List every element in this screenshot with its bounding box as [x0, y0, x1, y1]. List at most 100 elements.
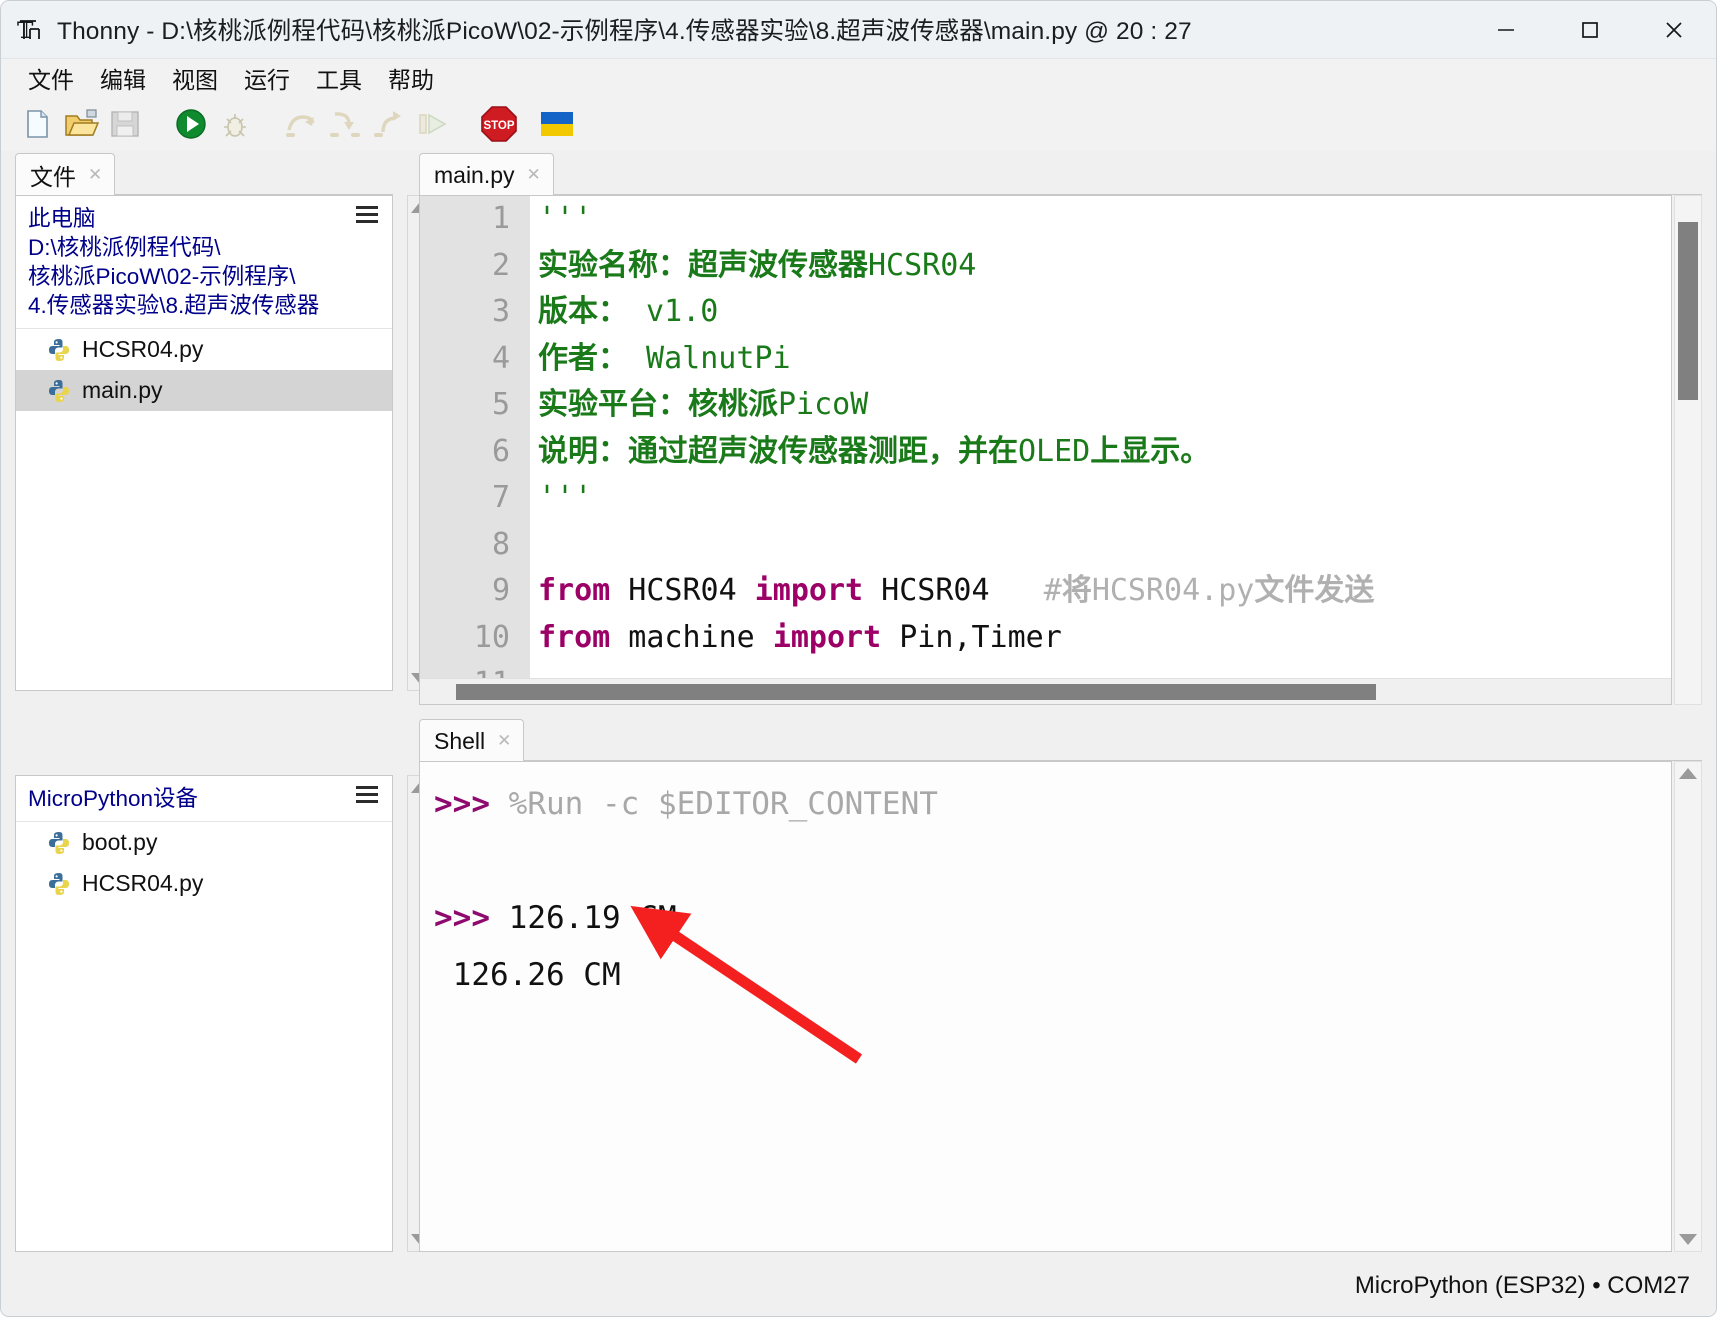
tab-shell-label: Shell [434, 727, 486, 754]
minimize-button[interactable] [1464, 1, 1548, 58]
breadcrumb-line-1[interactable]: D:\核桃派例程代码\ [28, 233, 382, 262]
code-line: ''' [530, 196, 1671, 243]
files-tree: 此电脑 D:\核桃派例程代码\ 核桃派PicoW\02-示例程序\ 4.传感器实… [15, 195, 393, 691]
code-token: v1.0 [628, 294, 719, 329]
menu-item-file[interactable]: 文件 [15, 59, 87, 97]
code-token: WalnutPi [628, 340, 791, 376]
code-token: from [538, 619, 611, 655]
code-line: from HCSR04 import HCSR04 #将HCSR04.py文件发… [530, 568, 1671, 615]
tab-shell[interactable]: Shell ✕ [419, 719, 525, 762]
line-number-gutter: 1 2 3 4 5 6 7 8 9 10 11 [420, 196, 530, 701]
tab-files-label: 文件 [30, 164, 76, 190]
line-number: 2 [491, 247, 510, 283]
python-file-icon [46, 378, 72, 404]
breadcrumb-line-0[interactable]: 此电脑 [28, 204, 382, 233]
window-title: Thonny - D:\核桃派例程代码\核桃派PicoW\02-示例程序\4.传… [57, 18, 1192, 45]
shell-line: 126.26 CM [424, 947, 1671, 1004]
debug-icon[interactable] [213, 102, 257, 146]
close-icon[interactable]: ✕ [527, 165, 541, 185]
tab-main-py[interactable]: main.py ✕ [419, 153, 554, 196]
code-token: ''' [538, 480, 593, 515]
code-line: 版本： v1.0 [530, 289, 1671, 336]
code-token: from [538, 573, 611, 608]
ukraine-flag-icon[interactable] [535, 102, 579, 146]
svg-text:STOP: STOP [483, 120, 514, 132]
close-button[interactable] [1632, 1, 1716, 58]
scroll-down-icon[interactable] [1679, 1234, 1697, 1245]
step-out-icon[interactable] [367, 102, 411, 146]
scroll-up-icon[interactable] [1679, 768, 1697, 779]
shell-output[interactable]: >>> %Run -c $EDITOR_CONTENT >>> 126.19 C… [419, 761, 1672, 1252]
toolbar: STOP [1, 97, 1716, 151]
code-line: 实验平台：核桃派PicoW [530, 382, 1671, 429]
code-token: 将 [1061, 573, 1092, 608]
breadcrumb-line-2[interactable]: 核桃派PicoW\02-示例程序\ [28, 262, 382, 291]
code-token: Pin,Timer [881, 619, 1062, 655]
menu-item-view[interactable]: 视图 [159, 59, 231, 97]
code-token: HCSR04 [868, 247, 977, 283]
code-token: 版本： [538, 294, 628, 329]
line-number: 1 [491, 201, 510, 236]
save-file-icon[interactable] [103, 102, 147, 146]
step-over-icon[interactable] [279, 102, 323, 146]
shell-text: 126.26 CM [434, 957, 621, 993]
editor-hscrollbar[interactable] [420, 678, 1671, 704]
tab-files[interactable]: 文件 ✕ [15, 153, 116, 196]
left-panel-column: 文件 ✕ 此电脑 D:\核桃派例程代码\ 核桃派PicoW\02-示例程序\ 4… [15, 151, 433, 1252]
code-token: ''' [538, 201, 593, 236]
code-editor: 1 2 3 4 5 6 7 8 9 10 11 '''实验名称：超声波传感器HC… [419, 195, 1702, 705]
code-line: 说明：通过超声波传感器测距，并在OLED上显示。 [530, 429, 1671, 476]
device-panel-header: MicroPython设备 [16, 776, 392, 822]
menu-item-run[interactable]: 运行 [231, 59, 303, 97]
editor-hscroll-thumb[interactable] [456, 684, 1376, 700]
list-item[interactable]: main.py [16, 370, 392, 411]
list-item[interactable]: boot.py [16, 822, 392, 863]
list-item[interactable]: HCSR04.py [16, 329, 392, 370]
list-item[interactable]: HCSR04.py [16, 863, 392, 904]
line-number: 8 [491, 526, 510, 562]
svg-text:𝕋: 𝕋 [17, 19, 34, 44]
title-bar: 𝕋 Thonny - D:\核桃派例程代码\核桃派PicoW\02-示例程序\4… [1, 1, 1716, 59]
code-token: machine [610, 619, 773, 655]
device-tree: MicroPython设备 boot.py HCSR04.py [15, 775, 393, 1252]
files-breadcrumb: 此电脑 D:\核桃派例程代码\ 核桃派PicoW\02-示例程序\ 4.传感器实… [16, 196, 392, 329]
code-editor-box[interactable]: 1 2 3 4 5 6 7 8 9 10 11 '''实验名称：超声波传感器HC… [419, 195, 1672, 705]
menu-bar: 文件 编辑 视图 运行 工具 帮助 [1, 59, 1716, 97]
menu-item-help[interactable]: 帮助 [375, 59, 447, 97]
python-file-icon [46, 830, 72, 856]
maximize-button[interactable] [1548, 1, 1632, 58]
menu-item-edit[interactable]: 编辑 [87, 59, 159, 97]
code-token: 文件发送 [1254, 573, 1375, 608]
code-line: 作者： WalnutPi [530, 336, 1671, 383]
main-area: 文件 ✕ 此电脑 D:\核桃派例程代码\ 核桃派PicoW\02-示例程序\ 4… [1, 151, 1716, 1256]
code-token: HCSR04 [610, 573, 755, 608]
status-badge[interactable]: MicroPython (ESP32) • COM27 [1355, 1272, 1690, 1300]
line-number: 3 [491, 294, 510, 329]
hamburger-icon[interactable] [356, 206, 378, 223]
shell-text: %Run -c $EDITOR_CONTENT [490, 786, 938, 822]
breadcrumb-line-3[interactable]: 4.传感器实验\8.超声波传感器 [28, 291, 382, 320]
editor-vscroll-thumb[interactable] [1678, 222, 1698, 400]
shell-tabstrip: Shell ✕ [419, 717, 1702, 762]
resume-icon[interactable] [411, 102, 455, 146]
python-file-icon [46, 871, 72, 897]
shell-text: 126.19 CM [490, 900, 677, 936]
close-icon[interactable]: ✕ [88, 165, 102, 185]
window-controls [1464, 1, 1716, 58]
hamburger-icon[interactable] [356, 786, 378, 803]
run-icon[interactable] [169, 102, 213, 146]
code-token: 实验名称：超声波传感器 [538, 247, 868, 283]
stop-icon[interactable]: STOP [477, 102, 521, 146]
open-file-icon[interactable] [59, 102, 103, 146]
shell-vscrollbar[interactable] [1674, 761, 1702, 1252]
close-icon[interactable]: ✕ [497, 731, 511, 751]
shell-prompt: >>> [434, 786, 490, 822]
editor-vscrollbar[interactable] [1674, 195, 1702, 705]
device-panel-title: MicroPython设备 [28, 786, 199, 811]
list-item-label: main.py [82, 377, 163, 403]
step-into-icon[interactable] [323, 102, 367, 146]
code-text-area[interactable]: ''' 实验名称：超声波传感器HCSR04 版本： v1.0 作者： WalnutPi… [530, 196, 1671, 678]
menu-item-tools[interactable]: 工具 [303, 59, 375, 97]
new-file-icon[interactable] [15, 102, 59, 146]
